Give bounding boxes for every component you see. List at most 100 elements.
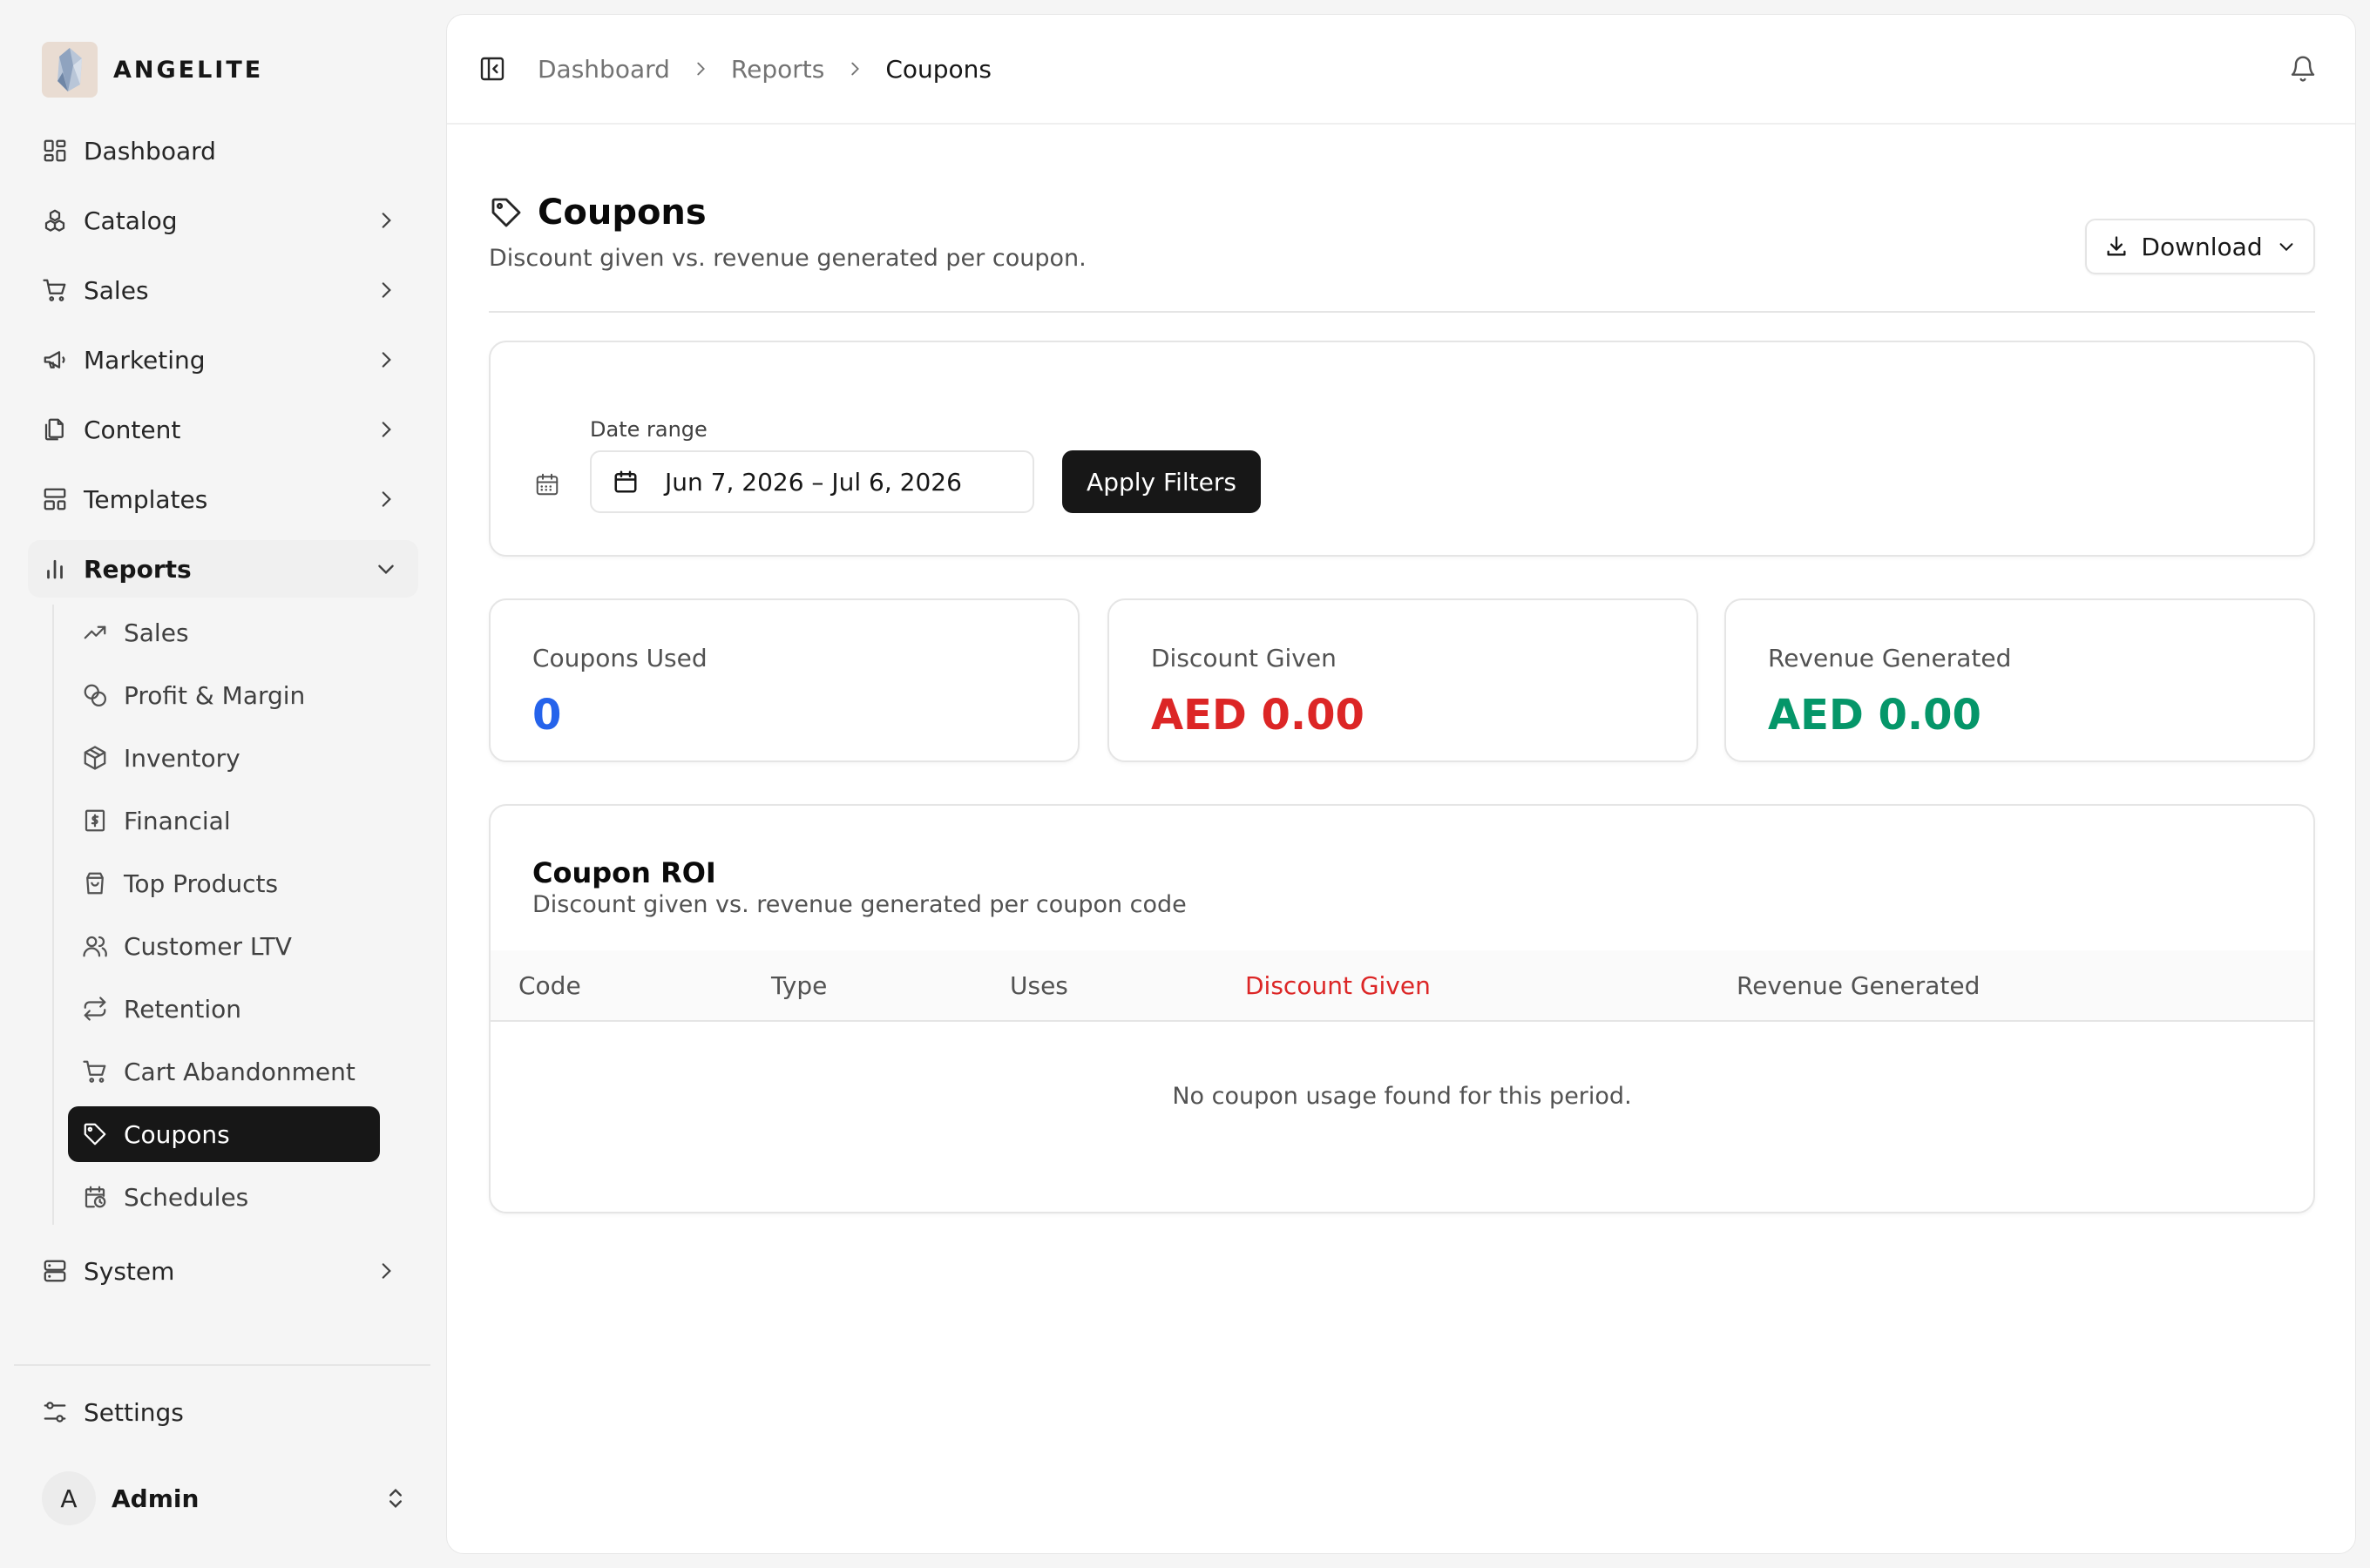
sidebar-item-label: Sales xyxy=(84,275,149,305)
coupon-roi-card: Coupon ROI Discount given vs. revenue ge… xyxy=(489,804,2315,1213)
sidebar-item-financial[interactable]: Financial xyxy=(68,793,380,848)
repeat-icon xyxy=(82,996,108,1022)
sidebar-item-schedules[interactable]: Schedules xyxy=(68,1169,380,1225)
sidebar-toggle-icon[interactable] xyxy=(478,55,506,83)
chevron-down-icon xyxy=(375,558,397,580)
sidebar-item-templates[interactable]: Templates xyxy=(28,470,418,528)
sidebar-item-content[interactable]: Content xyxy=(28,401,418,458)
breadcrumb-current: Coupons xyxy=(885,54,992,84)
sidebar-item-system[interactable]: System xyxy=(28,1242,418,1300)
chevron-right-icon xyxy=(375,348,397,371)
sidebar-item-label: Reports xyxy=(84,554,192,584)
sidebar-item-customer-ltv[interactable]: Customer LTV xyxy=(68,918,380,974)
sidebar-item-label: Marketing xyxy=(84,345,206,375)
sidebar-item-dashboard[interactable]: Dashboard xyxy=(28,122,418,179)
cart-icon xyxy=(82,1058,108,1085)
bar-chart-icon xyxy=(42,556,68,582)
brand[interactable]: ANGELITE xyxy=(42,42,263,98)
reports-subnav: Sales Profit & Margin Inventory Financia… xyxy=(52,605,418,1225)
server-icon xyxy=(42,1258,68,1284)
breadcrumb: Dashboard Reports Coupons xyxy=(538,55,992,84)
stat-card-coupons-used: Coupons Used 0 xyxy=(489,598,1080,762)
download-icon xyxy=(2104,234,2129,259)
stat-label: Revenue Generated xyxy=(1768,644,2012,672)
sidebar-item-label: Content xyxy=(84,415,181,444)
shopping-bag-icon xyxy=(82,870,108,896)
stat-label: Discount Given xyxy=(1151,644,1337,672)
download-button[interactable]: Download xyxy=(2085,219,2315,274)
bell-icon[interactable] xyxy=(2289,55,2317,83)
chevrons-up-down-icon xyxy=(383,1486,408,1511)
date-range-value: Jun 7, 2026 – Jul 6, 2026 xyxy=(665,467,962,497)
sidebar-item-catalog[interactable]: Catalog xyxy=(28,192,418,249)
stat-label: Coupons Used xyxy=(532,644,708,672)
sidebar-item-label: Inventory xyxy=(124,743,240,773)
sidebar-item-top-products[interactable]: Top Products xyxy=(68,855,380,911)
sidebar-item-label: Coupons xyxy=(124,1119,230,1149)
sidebar-item-label: Sales xyxy=(124,618,189,647)
chevron-right-icon xyxy=(375,488,397,510)
user-name: Admin xyxy=(112,1484,200,1513)
sidebar-item-cart-abandonment[interactable]: Cart Abandonment xyxy=(68,1044,380,1099)
sidebar-item-reports-sales[interactable]: Sales xyxy=(68,605,380,660)
column-header-code[interactable]: Code xyxy=(518,971,581,1000)
sidebar-item-inventory[interactable]: Inventory xyxy=(68,730,380,786)
sidebar-nav: Dashboard Catalog Sales Marketing Conten… xyxy=(28,122,418,1312)
sidebar-item-sales[interactable]: Sales xyxy=(28,261,418,319)
crystal-logo xyxy=(42,42,98,98)
sidebar-item-label: Templates xyxy=(84,484,208,514)
column-header-uses[interactable]: Uses xyxy=(1010,971,1068,1000)
breadcrumb-dashboard[interactable]: Dashboard xyxy=(538,55,670,84)
chevron-down-icon xyxy=(2277,237,2296,256)
chevron-right-icon xyxy=(375,279,397,301)
sidebar-item-label: Financial xyxy=(124,806,231,835)
calendar-icon xyxy=(613,469,639,495)
sliders-icon xyxy=(42,1399,68,1425)
sidebar-item-profit-margin[interactable]: Profit & Margin xyxy=(68,667,380,723)
tag-icon xyxy=(489,195,524,230)
column-header-discount-given[interactable]: Discount Given xyxy=(1245,971,1431,1000)
topbar: Dashboard Reports Coupons xyxy=(447,15,2355,125)
column-header-type[interactable]: Type xyxy=(771,971,827,1000)
sidebar-item-retention[interactable]: Retention xyxy=(68,981,380,1037)
page-title: Coupons xyxy=(538,193,707,233)
chevron-right-icon xyxy=(375,418,397,441)
date-range-label: Date range xyxy=(590,417,708,442)
stat-value: 0 xyxy=(532,691,562,740)
sidebar-item-label: Customer LTV xyxy=(124,931,292,961)
cart-icon xyxy=(42,277,68,303)
sidebar-divider xyxy=(14,1364,430,1366)
page-header: Coupons Discount given vs. revenue gener… xyxy=(489,193,2315,313)
user-menu[interactable]: A Admin xyxy=(42,1470,408,1526)
empty-state-message: No coupon usage found for this period. xyxy=(1172,1083,1632,1110)
stat-card-revenue-generated: Revenue Generated AED 0.00 xyxy=(1724,598,2315,762)
breadcrumb-reports[interactable]: Reports xyxy=(731,55,824,84)
sidebar-item-label: Cart Abandonment xyxy=(124,1057,356,1086)
apply-filters-button[interactable]: Apply Filters xyxy=(1062,450,1261,513)
sidebar-item-marketing[interactable]: Marketing xyxy=(28,331,418,389)
sidebar-item-label: Top Products xyxy=(124,868,279,898)
avatar: A xyxy=(42,1471,96,1525)
column-header-revenue-generated[interactable]: Revenue Generated xyxy=(1737,971,1980,1000)
download-label: Download xyxy=(2141,232,2263,261)
filter-card: Date range Jun 7, 2026 – Jul 6, 2026 App… xyxy=(489,341,2315,557)
users-icon xyxy=(82,933,108,959)
sidebar-item-reports[interactable]: Reports xyxy=(28,540,418,598)
chevron-right-icon xyxy=(845,59,864,78)
chevron-right-icon xyxy=(375,1260,397,1282)
stat-value: AED 0.00 xyxy=(1151,691,1364,740)
package-icon xyxy=(82,745,108,771)
table-header: Code Type Uses Discount Given Revenue Ge… xyxy=(491,950,2313,1022)
chevron-right-icon xyxy=(375,209,397,232)
main-panel: Dashboard Reports Coupons Coupons Discou… xyxy=(446,14,2356,1554)
sidebar-item-settings[interactable]: Settings xyxy=(42,1383,184,1441)
coins-icon xyxy=(82,682,108,708)
files-icon xyxy=(42,416,68,443)
sidebar-item-coupons[interactable]: Coupons xyxy=(68,1106,380,1162)
trending-up-icon xyxy=(82,619,108,645)
date-range-picker[interactable]: Jun 7, 2026 – Jul 6, 2026 xyxy=(590,450,1034,513)
calendar-clock-icon xyxy=(82,1184,108,1210)
stat-value: AED 0.00 xyxy=(1768,691,1981,740)
sidebar-item-label: System xyxy=(84,1256,175,1286)
section-subtitle: Discount given vs. revenue generated per… xyxy=(532,891,1187,918)
